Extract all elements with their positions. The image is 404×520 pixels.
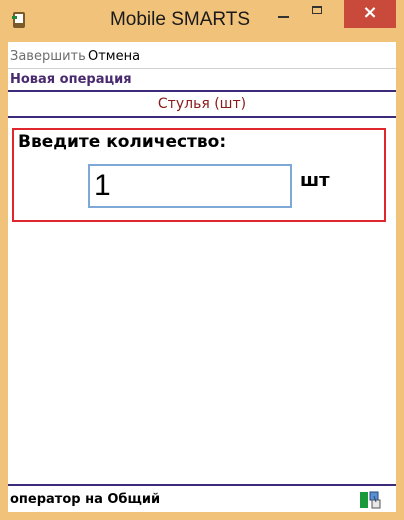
status-bar: оператор на Общий [8, 484, 396, 512]
maximize-button[interactable] [303, 0, 331, 28]
client-area: Завершить Отмена Новая операция Стулья (… [8, 42, 396, 512]
menu-bar: Завершить Отмена [8, 42, 396, 69]
quantity-panel: Введите количество: шт [12, 128, 386, 222]
quantity-prompt: Введите количество: [18, 132, 227, 152]
quantity-input[interactable] [88, 164, 292, 208]
cancel-menu-item[interactable]: Отмена [88, 49, 140, 64]
minimize-button[interactable] [268, 0, 298, 28]
status-text: оператор на Общий [10, 492, 161, 507]
operation-title: Новая операция [8, 72, 396, 92]
quantity-unit: шт [300, 170, 330, 191]
connection-status-icon[interactable] [360, 490, 382, 510]
title-bar[interactable]: Mobile SMARTS × [0, 0, 404, 42]
product-name: Стулья (шт) [8, 92, 396, 118]
finish-menu-item[interactable]: Завершить [10, 49, 86, 64]
close-icon: × [362, 2, 378, 23]
app-window: Mobile SMARTS × Завершить Отмена Новая о… [0, 0, 404, 520]
close-button[interactable]: × [344, 0, 396, 28]
